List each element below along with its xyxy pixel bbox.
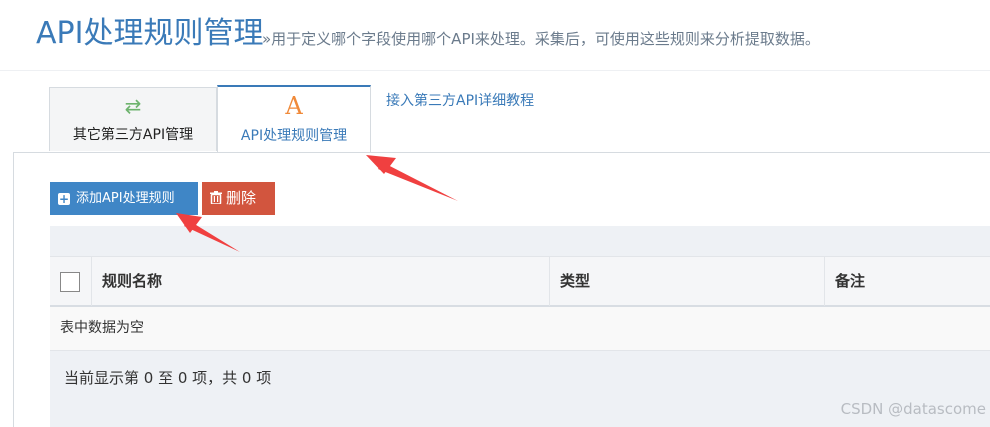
delete-label: 删除: [226, 189, 257, 207]
plus-icon: +: [58, 192, 70, 206]
table-toolbar: [50, 226, 990, 256]
column-header-note[interactable]: 备注: [824, 257, 990, 306]
tutorial-link[interactable]: 接入第三方API详细教程: [386, 90, 534, 110]
trash-icon: [210, 182, 222, 215]
select-all-cell: [50, 257, 91, 306]
page-header: API处理规则管理 »用于定义哪个字段使用哪个API来处理。采集后，可使用这些规…: [0, 0, 990, 71]
tab-other-api-management[interactable]: ⇄ 其它第三方API管理: [49, 87, 217, 151]
page-subtitle: »用于定义哪个字段使用哪个API来处理。采集后，可使用这些规则来分析提取数据。: [262, 30, 820, 48]
table-empty-row: 表中数据为空: [50, 307, 990, 351]
page-title: API处理规则管理: [36, 16, 264, 51]
table-header: 规则名称 类型 备注: [50, 256, 990, 307]
tab-api-rules-management[interactable]: A API处理规则管理: [217, 85, 371, 153]
letter-a-icon: A: [285, 92, 303, 120]
delete-button[interactable]: 删除: [202, 182, 275, 215]
watermark: CSDN @datascome: [840, 400, 986, 418]
exchange-arrows-icon: ⇄: [124, 94, 142, 118]
add-rule-button[interactable]: + 添加API处理规则: [50, 182, 198, 215]
tab-label: API处理规则管理: [240, 128, 348, 144]
column-header-rule-name[interactable]: 规则名称: [91, 257, 549, 306]
column-header-type[interactable]: 类型: [549, 257, 824, 306]
tab-label: 其它第三方API管理: [72, 127, 194, 143]
select-all-checkbox[interactable]: [60, 272, 80, 292]
add-rule-label: 添加API处理规则: [76, 191, 175, 206]
